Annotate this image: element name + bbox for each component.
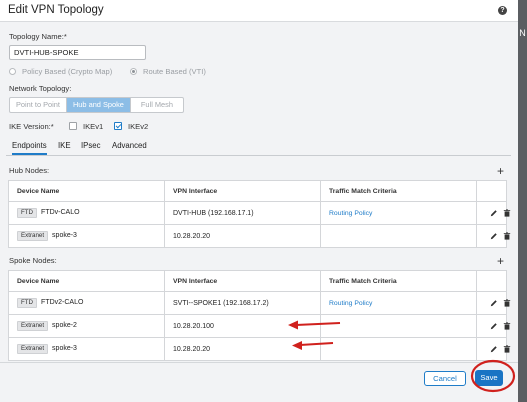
routing-policy-link[interactable]: Routing Policy xyxy=(329,210,372,217)
vpn-interface-cell: DVTI-HUB (192.168.17.1) xyxy=(164,201,321,225)
row-actions xyxy=(476,314,511,338)
tab-advanced[interactable]: Advanced xyxy=(112,141,147,150)
vpn-interface-cell: 10.28.20.20 xyxy=(164,224,321,248)
device-type-badge: Extranet xyxy=(17,344,49,354)
pencil-icon[interactable] xyxy=(490,299,498,307)
dialog-title: Edit VPN Topology xyxy=(8,4,104,16)
route-based-radio[interactable] xyxy=(130,68,137,75)
pencil-icon[interactable] xyxy=(490,322,498,330)
row-actions xyxy=(476,291,511,315)
full-mesh-option[interactable]: Full Mesh xyxy=(131,98,183,112)
vpn-interface-cell: 10.28.20.20 xyxy=(164,337,321,361)
table-row[interactable]: FTD FTDv2-CALO SVTI--SPOKE1 (192.168.17.2… xyxy=(8,291,511,315)
device-name: FTDv-CALO xyxy=(41,209,80,216)
add-spoke-node-icon[interactable]: + xyxy=(497,255,504,267)
hub-and-spoke-option[interactable]: Hub and Spoke xyxy=(66,98,131,112)
trash-icon[interactable] xyxy=(503,232,511,240)
device-name: spoke-3 xyxy=(52,345,77,352)
device-cell: Extranet spoke-3 xyxy=(8,337,165,361)
column-device-name: Device Name xyxy=(8,270,165,292)
table-row[interactable]: Extranet spoke-3 10.28.20.20 xyxy=(8,224,511,248)
hub-table-header: Device Name VPN Interface Traffic Match … xyxy=(8,180,507,202)
pencil-icon[interactable] xyxy=(490,345,498,353)
hub-nodes-label: Hub Nodes: xyxy=(9,166,50,175)
table-row[interactable]: Extranet spoke-3 10.28.20.20 xyxy=(8,337,511,361)
column-traffic-match: Traffic Match Criteria xyxy=(320,270,477,292)
topology-name-input[interactable]: DVTI-HUB-SPOKE xyxy=(9,45,146,60)
column-actions xyxy=(476,180,507,202)
edit-vpn-topology-dialog: Edit VPN Topology ? Topology Name:* DVTI… xyxy=(0,0,518,402)
device-type-badge: Extranet xyxy=(17,231,49,241)
trash-icon[interactable] xyxy=(503,322,511,330)
device-name: spoke-3 xyxy=(52,232,77,239)
device-type-badge: Extranet xyxy=(17,321,49,331)
table-row[interactable]: Extranet spoke-2 10.28.20.100 xyxy=(8,314,511,338)
column-vpn-interface: VPN Interface xyxy=(164,180,321,202)
device-cell: Extranet spoke-2 xyxy=(8,314,165,338)
spoke-nodes-label: Spoke Nodes: xyxy=(9,256,57,265)
traffic-match-cell: Routing Policy xyxy=(320,201,477,225)
trash-icon[interactable] xyxy=(503,209,511,217)
trash-icon[interactable] xyxy=(503,299,511,307)
ikev1-label: IKEv1 xyxy=(83,122,104,131)
routing-policy-link[interactable]: Routing Policy xyxy=(329,300,372,307)
pencil-icon[interactable] xyxy=(490,209,498,217)
topology-name-label: Topology Name:* xyxy=(9,32,67,41)
row-actions xyxy=(476,337,511,361)
tab-ipsec[interactable]: IPsec xyxy=(81,141,101,150)
route-based-label: Route Based (VTI) xyxy=(143,67,206,76)
ikev1-checkbox[interactable] xyxy=(69,122,77,130)
hub-nodes-table: Device Name VPN Interface Traffic Match … xyxy=(8,180,511,248)
spoke-table-header: Device Name VPN Interface Traffic Match … xyxy=(8,270,507,292)
device-cell: FTD FTDv-CALO xyxy=(8,201,165,225)
row-actions xyxy=(476,201,511,225)
settings-tabs: Endpoints IKE IPsec Advanced xyxy=(6,138,511,156)
column-traffic-match: Traffic Match Criteria xyxy=(320,180,477,202)
trash-icon[interactable] xyxy=(503,345,511,353)
spoke-nodes-table: Device Name VPN Interface Traffic Match … xyxy=(8,270,511,361)
device-type-badge: FTD xyxy=(17,208,38,218)
traffic-match-cell: Routing Policy xyxy=(320,291,477,315)
column-device-name: Device Name xyxy=(8,180,165,202)
policy-based-label: Policy Based (Crypto Map) xyxy=(22,67,113,76)
traffic-match-cell xyxy=(320,337,477,361)
device-cell: FTD FTDv2-CALO xyxy=(8,291,165,315)
vpn-interface-cell: SVTI--SPOKE1 (192.168.17.2) xyxy=(164,291,321,315)
tab-endpoints[interactable]: Endpoints xyxy=(12,141,47,155)
vpn-interface-cell: 10.28.20.100 xyxy=(164,314,321,338)
device-type-badge: FTD xyxy=(17,298,38,308)
table-row[interactable]: FTD FTDv-CALO DVTI-HUB (192.168.17.1) Rou… xyxy=(8,201,511,225)
device-cell: Extranet spoke-3 xyxy=(8,224,165,248)
point-to-point-option[interactable]: Point to Point xyxy=(10,98,67,112)
traffic-match-cell xyxy=(320,314,477,338)
ikev2-label: IKEv2 xyxy=(128,122,149,131)
device-name: FTDv2-CALO xyxy=(41,299,84,306)
network-topology-label: Network Topology: xyxy=(9,84,72,93)
row-actions xyxy=(476,224,511,248)
ike-version-label: IKE Version:* xyxy=(9,122,54,131)
add-hub-node-icon[interactable]: + xyxy=(497,165,504,177)
column-actions xyxy=(476,270,507,292)
question-circle-icon[interactable]: ? xyxy=(498,6,507,15)
save-button[interactable]: Save xyxy=(475,370,503,386)
pencil-icon[interactable] xyxy=(490,232,498,240)
device-name: spoke-2 xyxy=(52,322,77,329)
background-window-edge xyxy=(518,0,527,402)
dialog-titlebar: Edit VPN Topology ? xyxy=(0,0,518,22)
ikev2-checkbox[interactable] xyxy=(114,122,122,130)
cancel-button[interactable]: Cancel xyxy=(424,371,466,386)
dialog-footer: Cancel Save xyxy=(0,362,518,402)
traffic-match-cell xyxy=(320,224,477,248)
background-window-letter: N xyxy=(519,28,526,38)
tab-ike[interactable]: IKE xyxy=(58,141,71,150)
network-topology-selector: Point to Point Hub and Spoke Full Mesh xyxy=(9,97,184,113)
column-vpn-interface: VPN Interface xyxy=(164,270,321,292)
policy-based-radio[interactable] xyxy=(9,68,16,75)
